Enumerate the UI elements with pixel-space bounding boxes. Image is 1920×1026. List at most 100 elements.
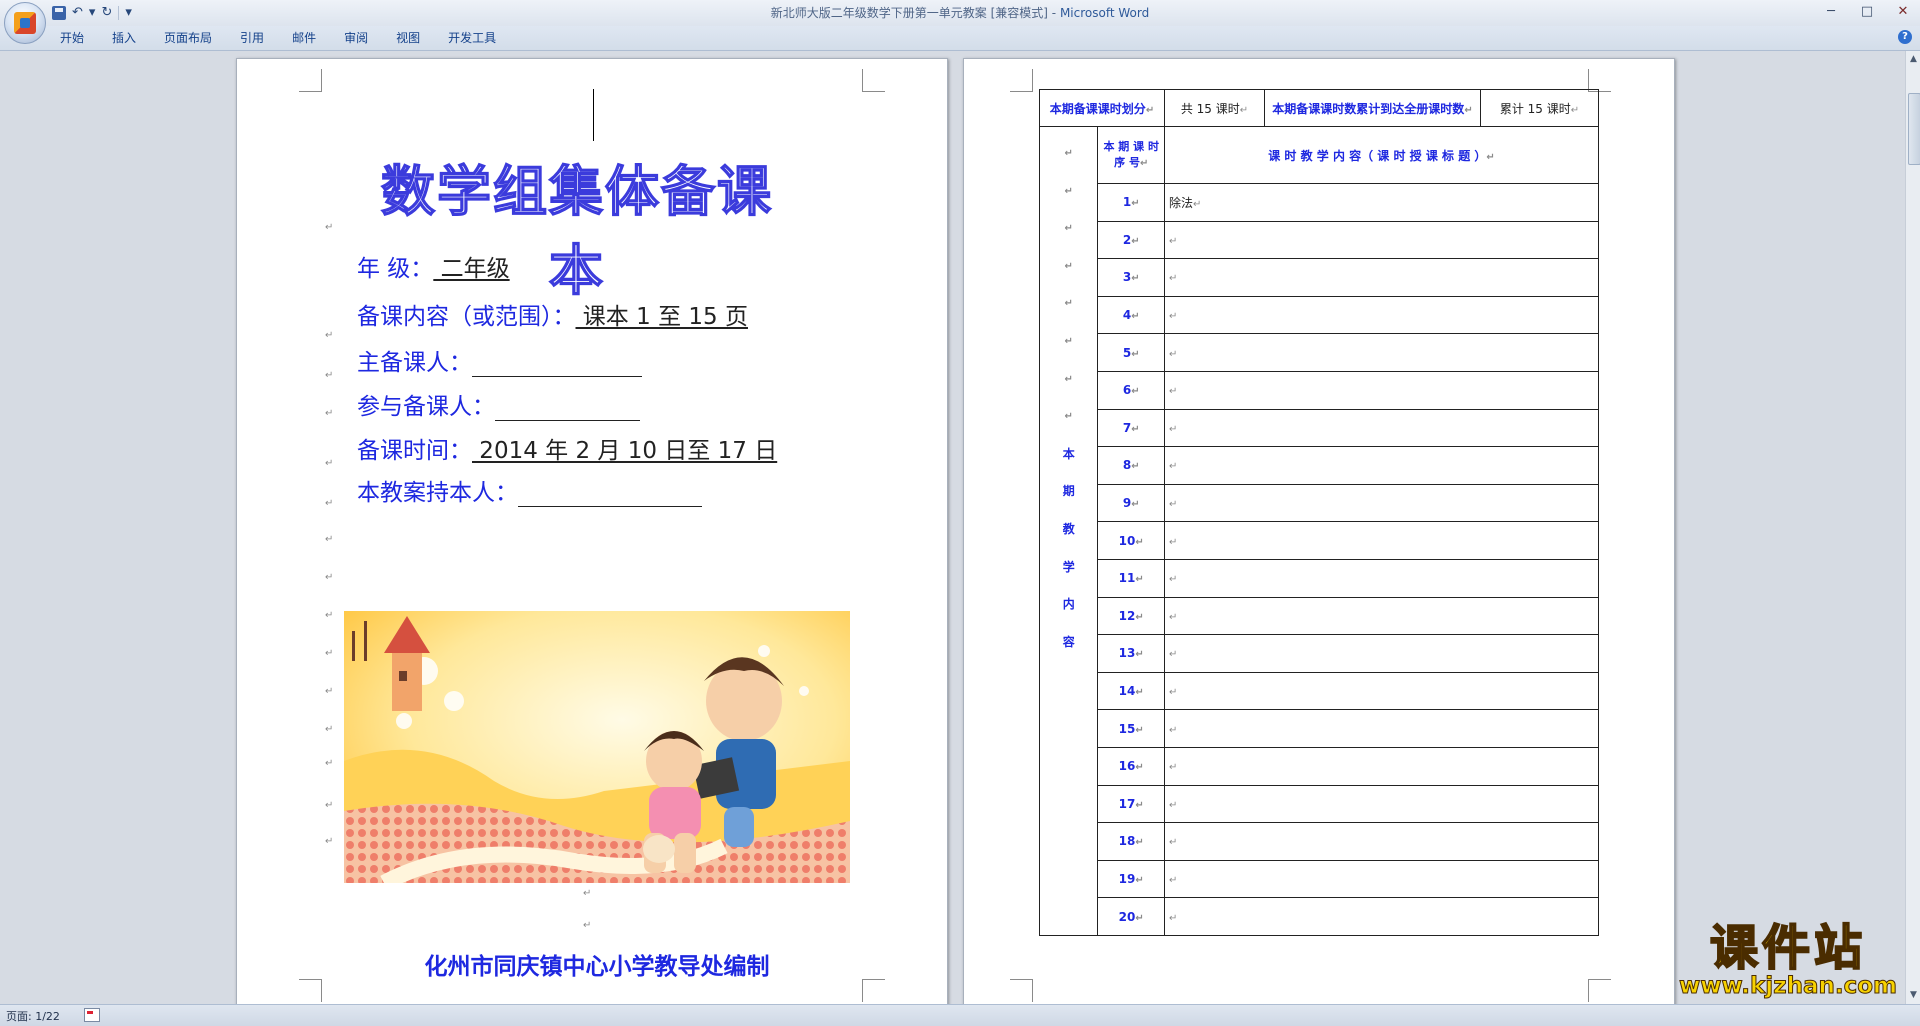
site-watermark: 课件站 www.kjzhan.com bbox=[1668, 921, 1908, 999]
maximize-button[interactable]: □ bbox=[1856, 2, 1878, 22]
lesson-number-cell[interactable]: 4↵ bbox=[1097, 295, 1165, 335]
office-logo-icon bbox=[14, 12, 36, 34]
ribbon-tabs: 开始 插入 页面布局 引用 邮件 审阅 视图 开发工具 ? bbox=[0, 26, 1920, 51]
lesson-content-cell[interactable]: ↵ bbox=[1164, 822, 1599, 861]
lesson-plan-table: 本期备课课时划分↵ 共 15 课时↵ 本期备课课时数累计到达全册课时数↵ 累计 … bbox=[1038, 89, 1599, 936]
tab-developer[interactable]: 开发工具 bbox=[448, 30, 496, 46]
table-row: 11↵ ↵ bbox=[1040, 558, 1599, 598]
paragraph-mark: ↵ bbox=[583, 888, 592, 899]
table-row: 10↵ ↵ bbox=[1040, 521, 1599, 560]
lesson-content-cell[interactable]: 除法↵ bbox=[1164, 183, 1599, 222]
office-button[interactable] bbox=[4, 2, 46, 44]
help-icon[interactable]: ? bbox=[1898, 30, 1912, 44]
window-title: 新北师大版二年级数学下册第一单元教案 [兼容模式] - Microsoft Wo… bbox=[0, 4, 1920, 21]
lesson-content-cell[interactable]: ↵ bbox=[1164, 333, 1599, 372]
lesson-content-cell[interactable]: ↵ bbox=[1164, 370, 1599, 410]
lesson-content-cell[interactable]: ↵ bbox=[1164, 859, 1599, 899]
lesson-number-cell[interactable]: 1↵ bbox=[1097, 183, 1165, 222]
minimize-button[interactable]: ─ bbox=[1820, 2, 1842, 22]
paragraph-mark: ↵ bbox=[325, 370, 334, 381]
lesson-content-cell[interactable]: ↵ bbox=[1164, 295, 1599, 335]
status-bar: 页面: 1/22 bbox=[0, 1004, 1920, 1026]
page-count[interactable]: 页面: 1/22 bbox=[6, 1008, 60, 1024]
paragraph-mark: ↵ bbox=[1064, 223, 1073, 235]
tab-review[interactable]: 审阅 bbox=[344, 30, 368, 46]
paragraph-mark: ↵ bbox=[1064, 185, 1073, 197]
paragraph-mark: ↵ bbox=[325, 610, 334, 621]
paragraph-mark: ↵ bbox=[325, 648, 334, 659]
paragraph-mark: ↵ bbox=[325, 408, 334, 419]
lesson-number-cell[interactable]: 18↵ bbox=[1097, 822, 1165, 861]
lesson-content-cell[interactable]: ↵ bbox=[1164, 596, 1599, 636]
paragraph-mark: ↵ bbox=[325, 758, 334, 769]
cover-illustration[interactable] bbox=[344, 611, 850, 883]
lesson-number-cell[interactable]: 15↵ bbox=[1097, 709, 1165, 748]
scroll-down-icon[interactable]: ▼ bbox=[1908, 989, 1919, 1001]
tab-view[interactable]: 视图 bbox=[396, 30, 420, 46]
page-lesson-table[interactable]: 本期备课课时划分↵ 共 15 课时↵ 本期备课课时数累计到达全册课时数↵ 累计 … bbox=[963, 58, 1675, 1004]
document-title: 新北师大版二年级数学下册第一单元教案 [兼容模式] bbox=[770, 6, 1048, 20]
lesson-content-cell[interactable]: ↵ bbox=[1164, 446, 1599, 485]
proofing-status-icon[interactable] bbox=[84, 1008, 100, 1022]
lesson-number-cell[interactable]: 12↵ bbox=[1097, 596, 1165, 636]
lead-teacher-field: 主备课人： bbox=[357, 343, 642, 377]
lesson-content-cell[interactable]: ↵ bbox=[1164, 784, 1599, 824]
lesson-content-cell[interactable]: ↵ bbox=[1164, 258, 1599, 297]
lesson-number-cell[interactable]: 10↵ bbox=[1097, 521, 1165, 560]
lesson-content-cell[interactable]: ↵ bbox=[1164, 634, 1599, 673]
table-row: 14↵ ↵ bbox=[1040, 671, 1599, 711]
vertical-scrollbar[interactable]: ▲ ▼ bbox=[1905, 51, 1920, 1004]
table-row: 17↵ ↵ bbox=[1040, 784, 1599, 824]
lesson-number-cell[interactable]: 3↵ bbox=[1097, 258, 1165, 297]
lesson-number-cell[interactable]: 2↵ bbox=[1097, 220, 1165, 260]
paragraph-mark: ↵ bbox=[1064, 148, 1073, 159]
table-row: 4↵ ↵ bbox=[1040, 295, 1599, 335]
paragraph-mark: ↵ bbox=[1064, 411, 1073, 423]
lesson-number-cell[interactable]: 5↵ bbox=[1097, 333, 1165, 372]
table-row: 7↵ ↵ bbox=[1040, 408, 1599, 448]
lesson-number-cell[interactable]: 9↵ bbox=[1097, 483, 1165, 523]
table-column-header-row: ↵ ↵ ↵ ↵ ↵ ↵ ↵ ↵ 本期教学内容 本 期 课 时 序 号↵ 课 时 教 学 内 容（… bbox=[1038, 126, 1599, 936]
paragraph-mark: ↵ bbox=[325, 572, 334, 583]
lesson-content-cell[interactable]: ↵ bbox=[1164, 558, 1599, 598]
lesson-number-cell[interactable]: 19↵ bbox=[1097, 859, 1165, 899]
lesson-content-cell[interactable]: ↵ bbox=[1164, 897, 1599, 936]
lesson-number-cell[interactable]: 11↵ bbox=[1097, 558, 1165, 598]
table-row: 18↵ ↵ bbox=[1040, 822, 1599, 861]
lesson-content-cell[interactable]: ↵ bbox=[1164, 483, 1599, 523]
lesson-content-cell[interactable]: ↵ bbox=[1164, 521, 1599, 560]
lead-teacher-blank bbox=[472, 354, 642, 377]
lesson-content-cell[interactable]: ↵ bbox=[1164, 408, 1599, 448]
table-row: 6↵ ↵ bbox=[1040, 370, 1599, 410]
lesson-number-cell[interactable]: 13↵ bbox=[1097, 634, 1165, 673]
header-total-hours: 共 15 课时↵ bbox=[1164, 89, 1265, 127]
page-cover[interactable]: 数学组集体备课本 ↵ 年 级： 二年级 备课内容（或范围）： 课本 1 至 15… bbox=[236, 58, 948, 1004]
lesson-number-cell[interactable]: 17↵ bbox=[1097, 784, 1165, 824]
tab-mailings[interactable]: 邮件 bbox=[292, 30, 316, 46]
side-label-char: 本 bbox=[1062, 446, 1075, 461]
lesson-number-cell[interactable]: 7↵ bbox=[1097, 408, 1165, 448]
lesson-number-cell[interactable]: 8↵ bbox=[1097, 446, 1165, 485]
lesson-content-cell[interactable]: ↵ bbox=[1164, 671, 1599, 711]
lesson-content-cell[interactable]: ↵ bbox=[1164, 709, 1599, 748]
time-label: 备课时间： bbox=[357, 438, 472, 464]
tab-page-layout[interactable]: 页面布局 bbox=[164, 30, 212, 46]
table-row: 1↵ 除法↵ bbox=[1040, 183, 1599, 222]
close-button[interactable]: ✕ bbox=[1892, 2, 1914, 22]
lesson-number-cell[interactable]: 6↵ bbox=[1097, 370, 1165, 410]
lesson-number-cell[interactable]: 14↵ bbox=[1097, 671, 1165, 711]
range-label: 备课内容（或范围）： bbox=[357, 304, 576, 330]
scroll-up-icon[interactable]: ▲ bbox=[1908, 53, 1919, 65]
scroll-thumb[interactable] bbox=[1908, 93, 1920, 165]
lesson-number-cell[interactable]: 20↵ bbox=[1097, 897, 1165, 936]
tab-insert[interactable]: 插入 bbox=[112, 30, 136, 46]
tab-home[interactable]: 开始 bbox=[60, 30, 84, 46]
tab-references[interactable]: 引用 bbox=[240, 30, 264, 46]
table-row: 19↵ ↵ bbox=[1040, 859, 1599, 899]
side-label-char: 容 bbox=[1062, 634, 1075, 649]
table-row: 2↵ ↵ bbox=[1040, 220, 1599, 260]
lesson-content-cell[interactable]: ↵ bbox=[1164, 220, 1599, 260]
lesson-content-cell[interactable]: ↵ bbox=[1164, 746, 1599, 786]
paragraph-mark: ↵ bbox=[325, 800, 334, 811]
lesson-number-cell[interactable]: 16↵ bbox=[1097, 746, 1165, 786]
